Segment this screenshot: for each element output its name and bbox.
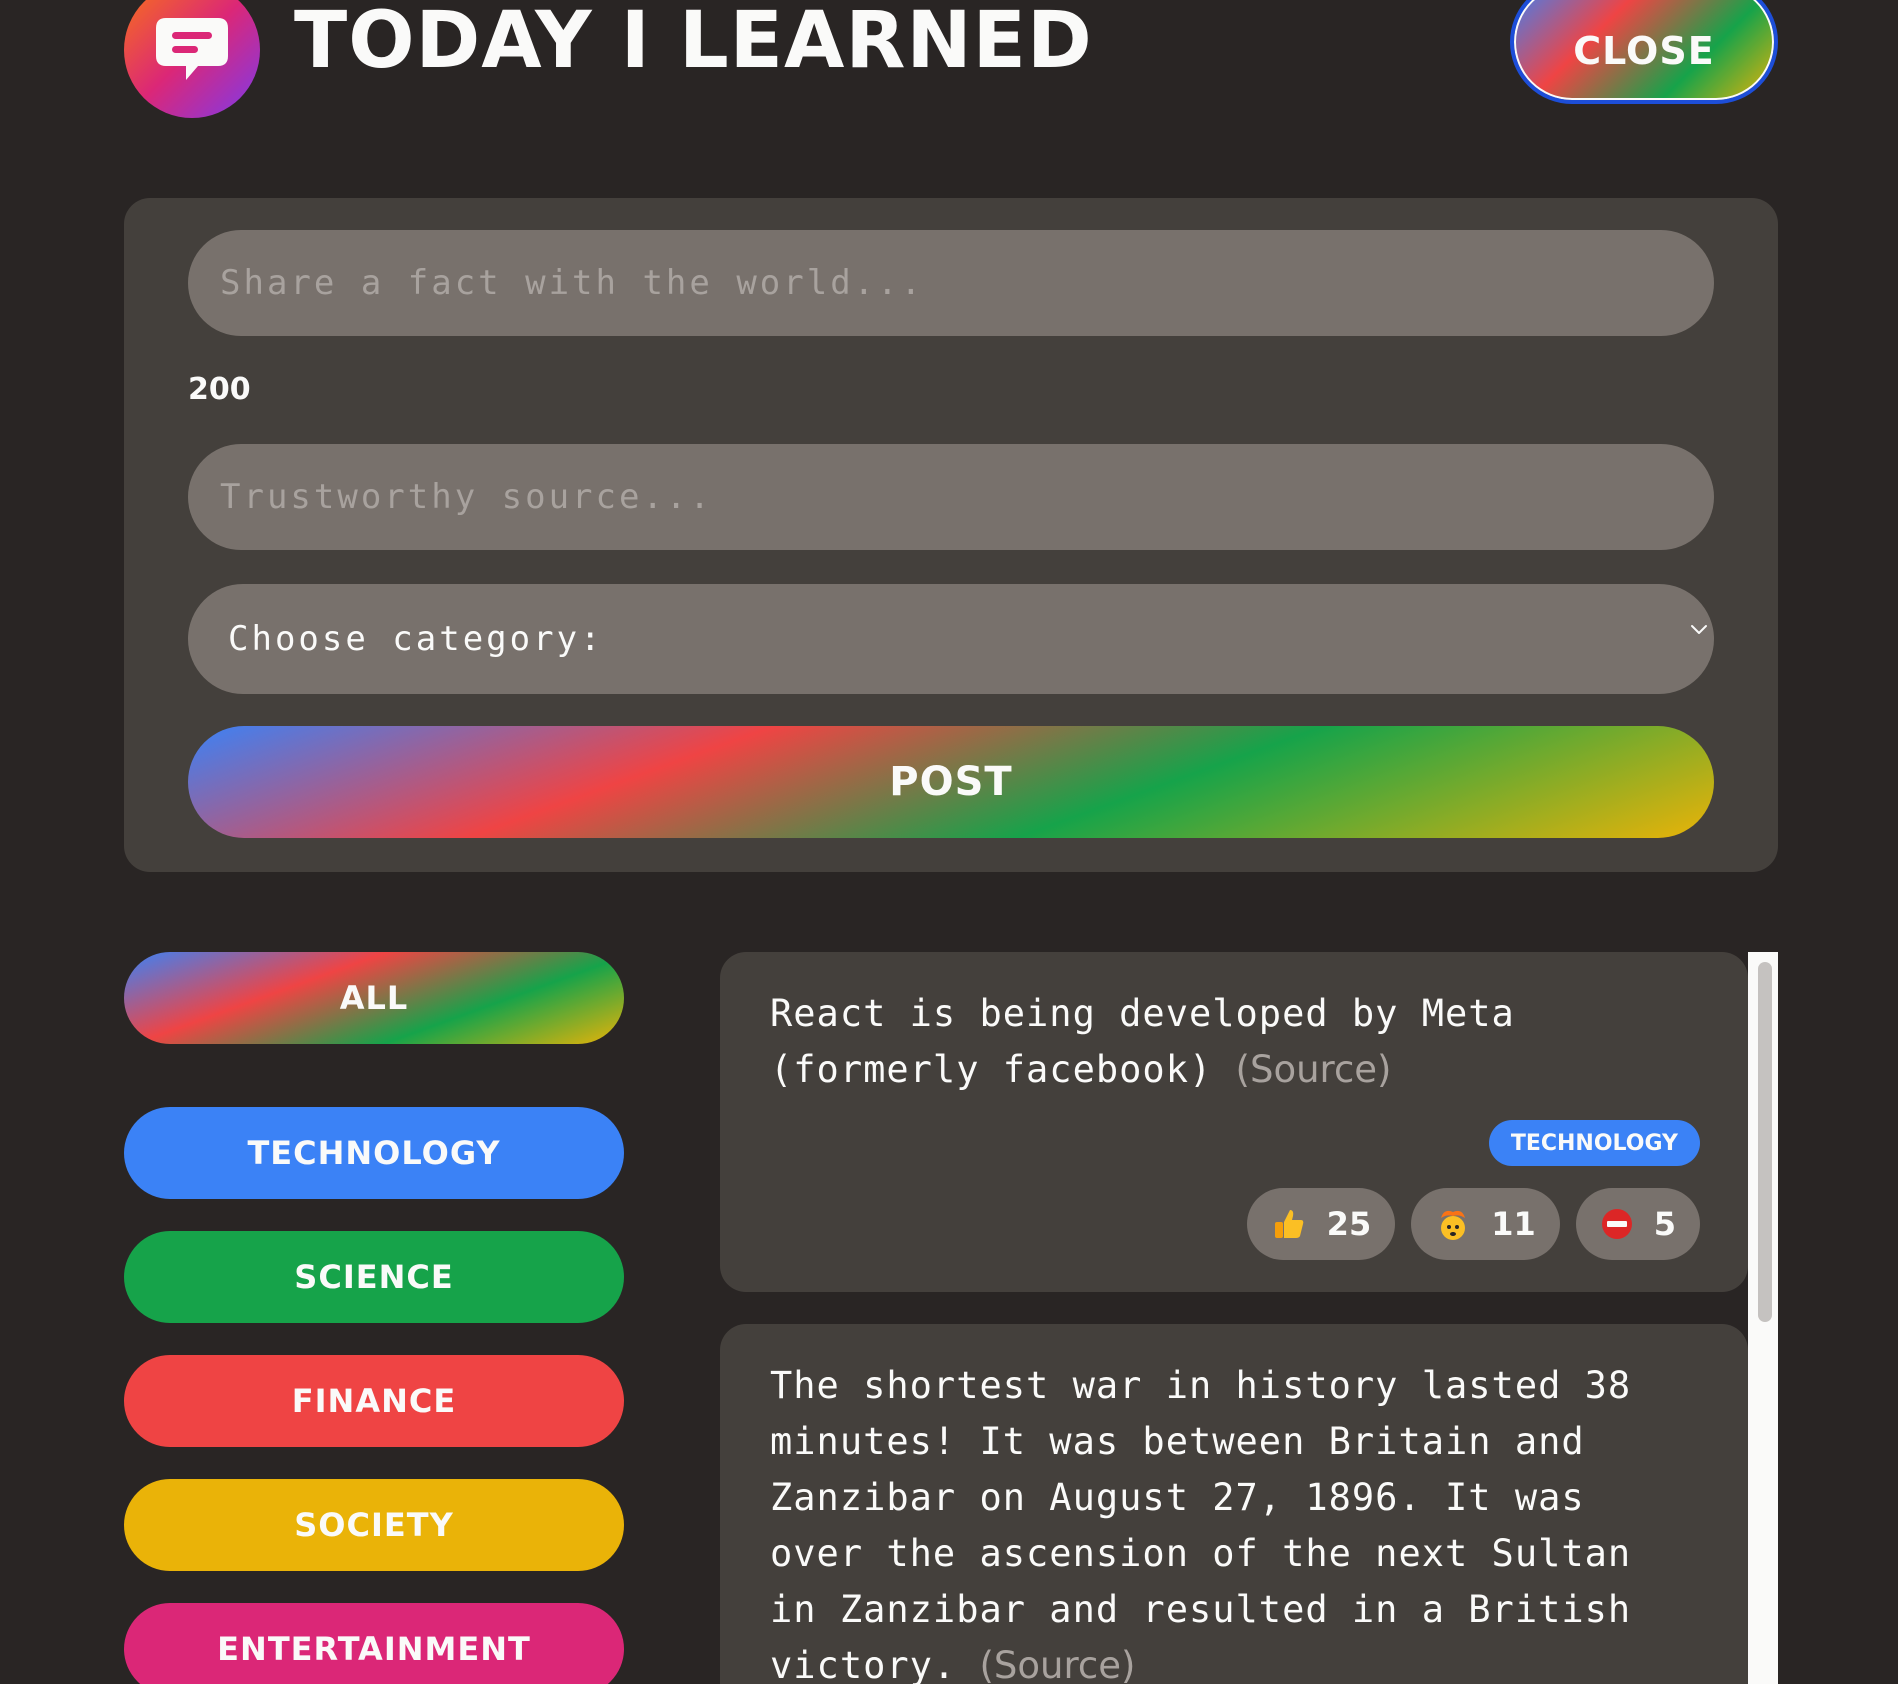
character-count: 200 [188,372,251,407]
chevron-down-icon [1691,625,1707,634]
app-title: Today I Learned [294,0,1093,86]
vote-false-count: 5 [1653,1205,1676,1243]
thumbs-up-icon [1274,1210,1303,1238]
close-button[interactable]: Close [1510,0,1778,104]
category-select-value: Choose category: [228,619,604,659]
fact-source-link[interactable]: (Source) [1236,1048,1392,1091]
category-finance-button[interactable]: Finance [124,1355,624,1447]
fact-card: The shortest war in history lasted 38 mi… [720,1324,1748,1684]
category-entertainment-button[interactable]: Entertainment [124,1603,624,1684]
no-entry-icon [1601,1209,1632,1239]
category-all-button[interactable]: All [124,952,624,1044]
fact-text: The shortest war in history lasted 38 mi… [770,1358,1698,1684]
scrollbar-thumb[interactable] [1758,962,1772,1322]
exploding-head-icon [1441,1210,1466,1240]
vote-false-button[interactable]: 5 [1575,1188,1700,1260]
vote-mindblowing-button[interactable]: 11 [1411,1188,1560,1260]
category-science-button[interactable]: Science [124,1231,624,1323]
category-select[interactable]: Choose category: [188,584,1714,694]
vote-interesting-button[interactable]: 25 [1246,1188,1396,1260]
post-button[interactable]: Post [188,726,1714,838]
fact-source-link[interactable]: (Source) [980,1644,1136,1684]
source-input[interactable] [188,444,1714,550]
vote-mindblowing-count: 11 [1491,1205,1536,1243]
category-tag: Technology [1488,1120,1700,1166]
fact-body: The shortest war in history lasted 38 mi… [770,1364,1632,1684]
new-fact-form: 200 Choose category: Post [124,198,1778,872]
fact-body: React is being developed by Meta (former… [770,992,1515,1091]
facts-scrollbar[interactable] [1748,952,1778,1684]
app-page: Today I Learned Close 200 Choose categor… [0,0,1898,1684]
category-technology-button[interactable]: Technology [124,1107,624,1199]
app-header: Today I Learned Close [124,0,1778,122]
fact-text-input[interactable] [188,230,1714,336]
vote-buttons: 25 11 5 [1246,1188,1700,1260]
speech-bubble-icon [156,18,228,80]
facts-list: React is being developed by Meta (former… [720,952,1778,1684]
category-society-button[interactable]: Society [124,1479,624,1571]
vote-interesting-count: 25 [1326,1205,1372,1243]
fact-card: React is being developed by Meta (former… [720,952,1748,1292]
logo [124,0,260,118]
fact-text: React is being developed by Meta (former… [770,986,1698,1098]
